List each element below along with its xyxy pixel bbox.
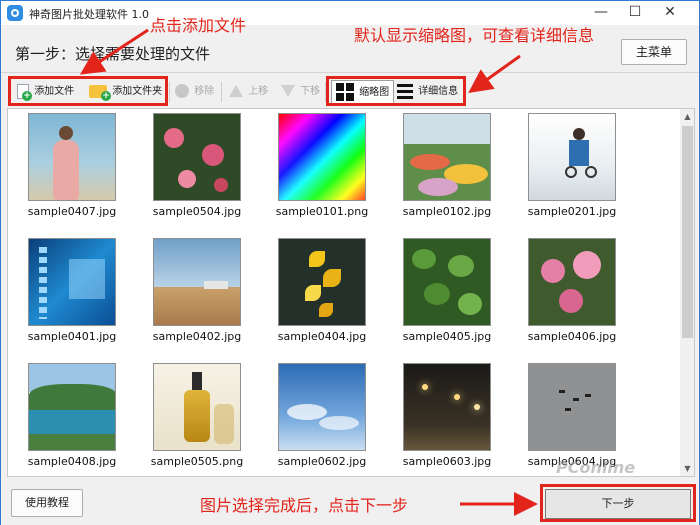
thumbnail-image [278, 113, 366, 201]
file-item[interactable]: sample0101.png [258, 111, 378, 231]
file-item[interactable]: sample0404.jpg [258, 236, 378, 356]
file-name: sample0505.png [150, 455, 244, 468]
annotation-view-mode: 默认显示缩略图，可查看详细信息 [354, 26, 595, 45]
window-title: 神奇图片批处理软件 1.0 [29, 8, 149, 21]
move-down-label: 下移 [300, 86, 321, 97]
scroll-down-icon[interactable]: ▼ [680, 461, 694, 476]
file-item[interactable]: sample0408.jpg [8, 361, 128, 476]
file-item[interactable]: sample0405.jpg [383, 236, 503, 356]
scroll-up-icon[interactable]: ▲ [680, 109, 694, 124]
thumbnail-image [153, 363, 241, 451]
thumbnail-image [153, 238, 241, 326]
main-menu-button[interactable]: 主菜单 [621, 39, 687, 65]
arrow-up-icon [229, 85, 243, 97]
file-name: sample0602.jpg [277, 455, 367, 468]
title-bar[interactable]: 神奇图片批处理软件 1.0 — ☐ ✕ [1, 1, 699, 25]
toolbar-divider [221, 82, 222, 102]
remove-icon [175, 84, 189, 98]
toolbar-divider [169, 82, 170, 102]
remove-label: 移除 [194, 86, 215, 97]
step-header: 第一步：选择需要处理的文件 主菜单 [1, 25, 699, 73]
file-name: sample0504.jpg [152, 205, 242, 218]
file-name: sample0405.jpg [402, 330, 492, 343]
maximize-button[interactable]: ☐ [618, 1, 652, 25]
arrow-down-icon [281, 85, 295, 97]
annotation-box-add [8, 76, 168, 106]
file-name: sample0402.jpg [152, 330, 242, 343]
step-title: 第一步：选择需要处理的文件 [15, 45, 211, 63]
thumbnail-image [403, 113, 491, 201]
thumbnail-image [28, 113, 116, 201]
file-name: sample0603.jpg [402, 455, 492, 468]
file-item[interactable]: sample0402.jpg [133, 236, 253, 356]
file-name: sample0101.png [275, 205, 369, 218]
thumbnail-image [528, 113, 616, 201]
file-item[interactable]: sample0201.jpg [508, 111, 628, 231]
file-name: sample0406.jpg [527, 330, 617, 343]
thumbnail-image [528, 238, 616, 326]
file-item[interactable]: sample0407.jpg [8, 111, 128, 231]
remove-button[interactable]: 移除 [175, 80, 214, 104]
thumbnail-image [28, 238, 116, 326]
file-item[interactable]: sample0505.png [133, 361, 253, 476]
scrollbar-thumb[interactable] [682, 126, 693, 338]
file-name: sample0404.jpg [277, 330, 367, 343]
thumbnail-image [528, 363, 616, 451]
thumbnail-image [403, 363, 491, 451]
annotation-next-step: 图片选择完成后，点击下一步 [200, 496, 409, 515]
watermark: PConline [556, 458, 636, 477]
annotation-add-files: 点击添加文件 [150, 16, 247, 35]
file-item[interactable]: sample0401.jpg [8, 236, 128, 356]
file-item[interactable]: sample0102.jpg [383, 111, 503, 231]
thumbnail-image [278, 238, 366, 326]
move-up-button[interactable]: 上移 [229, 80, 268, 104]
file-name: sample0401.jpg [27, 330, 117, 343]
file-name: sample0102.jpg [402, 205, 492, 218]
file-thumbnail-area[interactable]: sample0407.jpg sample0504.jpg sample0101… [7, 108, 695, 477]
annotation-box-view [326, 76, 466, 106]
file-item[interactable]: sample0603.jpg [383, 361, 503, 476]
move-down-button[interactable]: 下移 [281, 80, 320, 104]
vertical-scrollbar[interactable]: ▲ ▼ [680, 109, 694, 476]
annotation-box-next [540, 484, 696, 522]
tutorial-button[interactable]: 使用教程 [11, 489, 83, 517]
app-logo-icon [7, 5, 23, 21]
move-up-label: 上移 [248, 86, 269, 97]
thumbnail-image [28, 363, 116, 451]
file-item[interactable]: sample0602.jpg [258, 361, 378, 476]
file-item[interactable]: sample0406.jpg [508, 236, 628, 356]
file-name: sample0407.jpg [27, 205, 117, 218]
file-name: sample0201.jpg [527, 205, 617, 218]
thumbnail-image [153, 113, 241, 201]
file-item[interactable]: sample0504.jpg [133, 111, 253, 231]
thumbnail-image [403, 238, 491, 326]
file-name: sample0408.jpg [27, 455, 117, 468]
thumbnail-image [278, 363, 366, 451]
close-button[interactable]: ✕ [653, 1, 687, 25]
